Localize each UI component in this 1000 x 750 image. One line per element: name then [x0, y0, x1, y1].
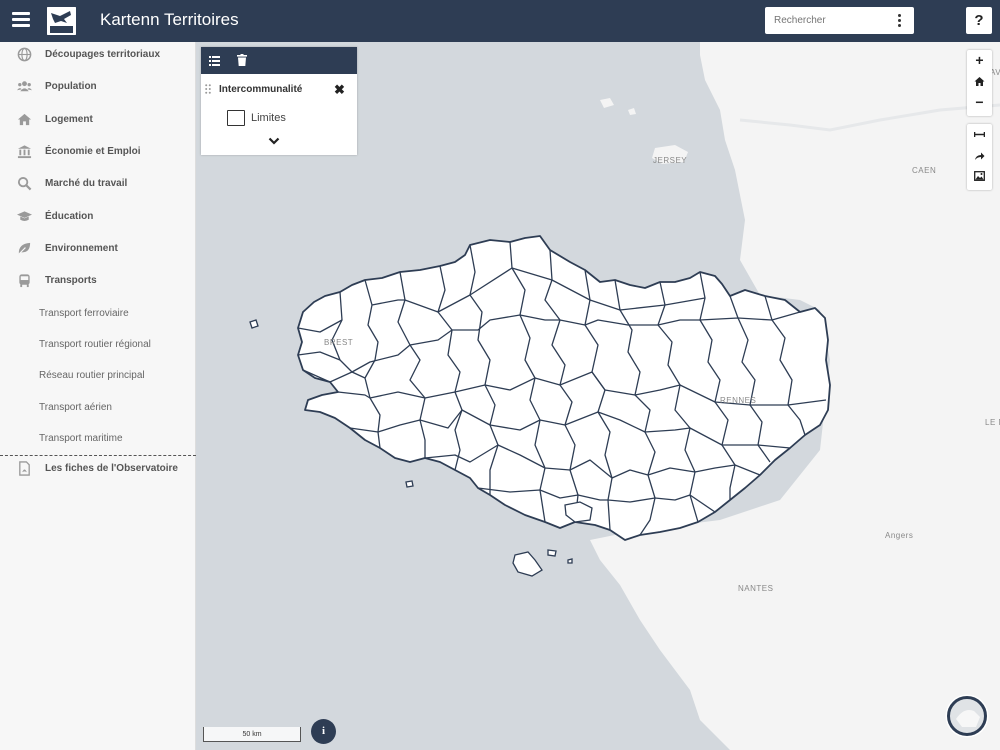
sidebar-item-label: Les fiches de l'Observatoire — [45, 463, 178, 474]
zoom-in-button[interactable]: + — [967, 50, 992, 71]
bus-icon — [19, 274, 30, 288]
app-title: Kartenn Territoires — [100, 10, 239, 29]
trash-icon[interactable] — [237, 54, 247, 66]
drag-handle-icon[interactable] — [205, 84, 211, 94]
zoom-out-button[interactable]: − — [967, 92, 992, 113]
home-icon — [974, 77, 985, 86]
bank-icon — [17, 145, 32, 159]
sidebar-item-label: Marché du travail — [45, 178, 128, 189]
sidebar-item-label: Transports — [45, 275, 97, 286]
sidebar-item-transports[interactable]: Transports — [0, 268, 196, 294]
sidebar-item-label: Éducation — [45, 211, 94, 222]
zoom-controls: + − — [967, 50, 992, 116]
list-icon[interactable] — [209, 56, 220, 66]
sidebar-item-fiches[interactable]: Les fiches de l'Observatoire — [0, 456, 196, 482]
share-button[interactable] — [967, 145, 992, 166]
home-button[interactable] — [967, 71, 992, 92]
sidebar-item-population[interactable]: Population — [0, 74, 196, 100]
sidebar-item-marche-travail[interactable]: Marché du travail — [0, 171, 196, 197]
help-button[interactable]: ? — [966, 7, 992, 34]
sidebar-item-label: Logement — [45, 114, 93, 125]
graduation-cap-icon — [17, 211, 32, 221]
sidebar-subitem-transport-ferroviaire[interactable]: Transport ferroviaire — [39, 308, 129, 319]
layer-name: Intercommunalité — [219, 84, 303, 95]
sidebar-subitem-transport-maritime[interactable]: Transport maritime — [39, 433, 123, 444]
sidebar-item-environnement[interactable]: Environnement — [0, 236, 196, 262]
search-box[interactable] — [765, 7, 914, 34]
share-arrow-icon — [975, 152, 985, 160]
measure-button[interactable] — [967, 124, 992, 145]
measure-icon — [973, 132, 986, 137]
search-icon — [17, 176, 32, 191]
top-bar: Kartenn Territoires ? — [0, 0, 1000, 42]
tool-controls — [967, 124, 992, 190]
users-icon — [17, 81, 32, 92]
sidebar-item-label: Environnement — [45, 243, 118, 254]
globe-icon — [17, 47, 32, 62]
place-label-jersey: JERSEY — [653, 156, 687, 165]
image-icon — [974, 171, 985, 181]
chevron-down-icon[interactable] — [268, 137, 280, 145]
layer-panel-header — [201, 47, 357, 74]
limites-label[interactable]: Limites — [251, 112, 286, 124]
sidebar-subitem-transport-aerien[interactable]: Transport aérien — [39, 402, 112, 413]
home-icon — [17, 113, 32, 126]
sidebar-subitem-transport-routier[interactable]: Transport routier régional — [39, 339, 151, 350]
menu-icon[interactable] — [12, 12, 30, 28]
place-label-brest: BREST — [324, 338, 353, 347]
sidebar-item-logement[interactable]: Logement — [0, 107, 196, 133]
scale-bar: 50 km — [203, 727, 301, 742]
sidebar-item-education[interactable]: Éducation — [0, 204, 196, 230]
region-logo[interactable] — [47, 7, 76, 35]
sidebar-item-label: Découpages territoriaux — [45, 49, 161, 60]
place-label-le-mans: LE M — [985, 418, 1000, 427]
close-icon[interactable]: ✖ — [334, 82, 345, 98]
place-label-rennes: RENNES — [720, 396, 756, 405]
export-image-button[interactable] — [967, 166, 992, 187]
limites-checkbox[interactable] — [227, 110, 245, 126]
overview-map-icon — [956, 710, 980, 727]
place-label-nantes: NANTES — [738, 584, 773, 593]
layer-panel: Intercommunalité ✖ Limites — [201, 47, 357, 155]
info-button[interactable]: i — [311, 719, 336, 744]
leaf-icon — [18, 242, 31, 255]
more-options-icon[interactable] — [898, 14, 902, 27]
place-label-caen: CAEN — [912, 166, 936, 175]
pdf-file-icon — [19, 461, 30, 476]
sidebar-item-decoupages[interactable]: Découpages territoriaux — [0, 42, 196, 68]
place-label-angers: Angers — [885, 531, 913, 540]
overview-map-toggle[interactable] — [947, 696, 987, 736]
sidebar-item-economie[interactable]: Économie et Emploi — [0, 139, 196, 165]
sidebar-item-label: Population — [45, 81, 97, 92]
sidebar: Découpages territoriaux Population Logem… — [0, 42, 196, 750]
sidebar-subitem-reseau-routier[interactable]: Réseau routier principal — [39, 370, 145, 381]
sidebar-item-label: Économie et Emploi — [45, 146, 141, 157]
search-input[interactable] — [765, 7, 890, 34]
